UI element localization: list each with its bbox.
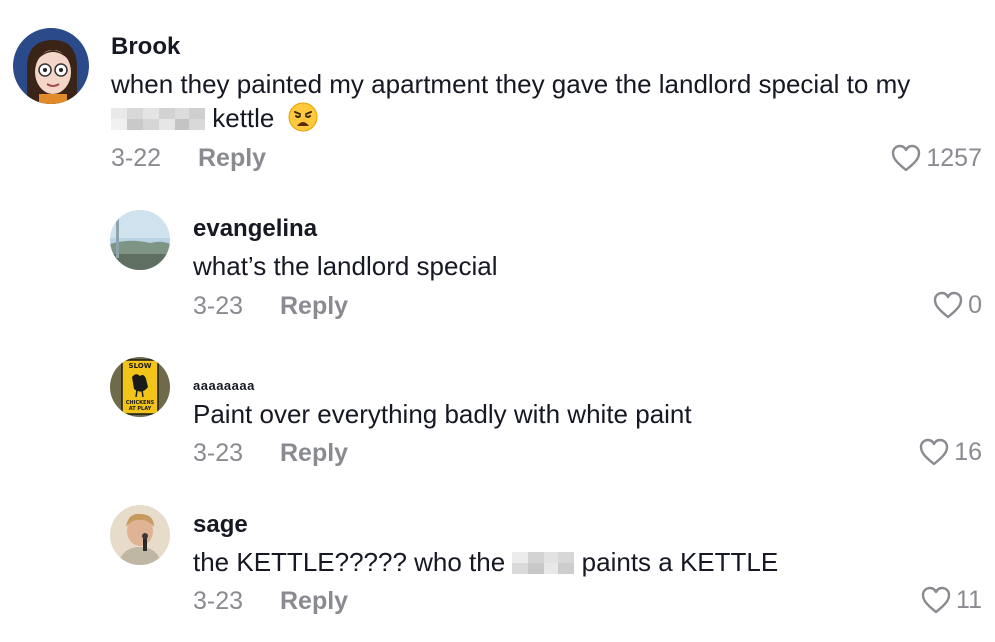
comment-text-line1: when they painted my apartment they gave… <box>111 69 911 99</box>
like-button[interactable]: 11 <box>920 585 982 615</box>
censored-word <box>111 108 205 130</box>
comment-text: when they painted my apartment they gave… <box>111 67 910 101</box>
avatar[interactable]: SLOW CHICKENS AT PLAY <box>110 357 170 417</box>
like-button[interactable]: 16 <box>918 437 982 467</box>
avatar[interactable] <box>110 505 170 565</box>
comment-date: 3-23 <box>193 587 244 615</box>
comment-text-before: the KETTLE????? who the <box>193 547 506 577</box>
comment-date: 3-23 <box>193 439 244 467</box>
username[interactable]: evangelina <box>193 215 317 243</box>
heart-icon <box>920 585 952 615</box>
comment-text-line2: kettle <box>111 101 318 140</box>
username[interactable]: Brook <box>111 33 180 61</box>
censored-word <box>512 552 575 574</box>
username[interactable]: sage <box>193 511 248 539</box>
like-count: 16 <box>954 437 982 466</box>
heart-icon <box>932 290 964 320</box>
like-button[interactable]: 1257 <box>890 143 982 173</box>
like-button[interactable]: 0 <box>932 290 982 320</box>
comment-text: Paint over everything badly with white p… <box>193 399 692 429</box>
reply-button[interactable]: Reply <box>198 144 266 173</box>
comment-date: 3-22 <box>111 144 162 172</box>
heart-icon <box>890 143 922 173</box>
sign-text-at-play: AT PLAY <box>129 406 152 412</box>
avatar[interactable] <box>13 28 89 104</box>
reply-button[interactable]: Reply <box>280 587 348 616</box>
like-count: 0 <box>968 290 982 319</box>
comment-text-kettle: kettle <box>212 103 275 133</box>
comment-text-after: paints a KETTLE <box>581 547 779 577</box>
like-count: 1257 <box>926 143 982 172</box>
like-count: 11 <box>956 585 982 614</box>
reply-button[interactable]: Reply <box>280 292 348 321</box>
heart-icon <box>918 437 950 467</box>
avatar[interactable] <box>110 210 170 270</box>
comment-text: the KETTLE????? who the paints a KETTLE <box>193 545 778 579</box>
comment-text: what’s the landlord special <box>193 251 498 281</box>
reply-button[interactable]: Reply <box>280 439 348 468</box>
username[interactable]: aaaaaaaa <box>193 378 255 393</box>
sign-text-slow: SLOW <box>129 362 152 370</box>
weary-face-icon <box>288 102 318 140</box>
comment-date: 3-23 <box>193 292 244 320</box>
